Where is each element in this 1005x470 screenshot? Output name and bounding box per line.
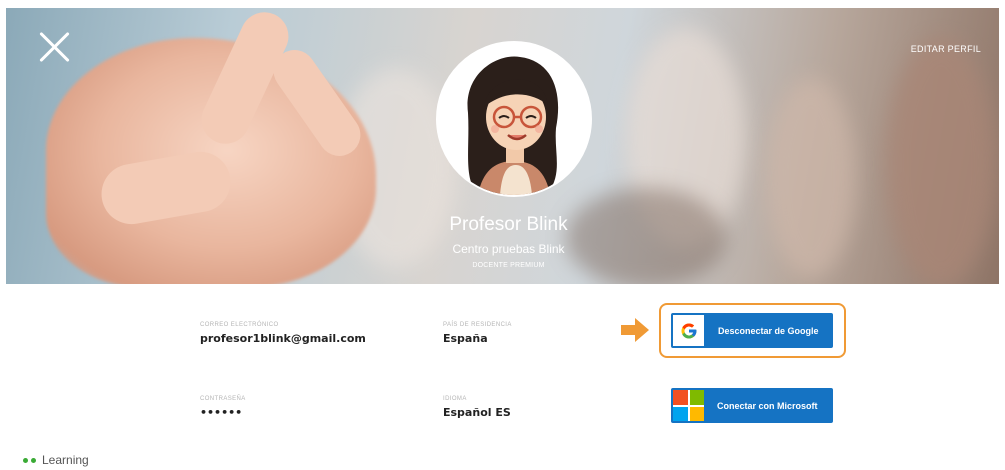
microsoft-icon <box>673 390 704 421</box>
brand-logo: Learning <box>23 453 89 467</box>
password-label: CONTRASEÑA <box>200 396 246 402</box>
language-label: IDIOMA <box>443 396 467 402</box>
edit-profile-link[interactable]: EDITAR PERFIL <box>911 44 981 54</box>
disconnect-google-button[interactable]: Desconectar de Google <box>671 313 833 348</box>
profile-role-badge: DOCENTE PREMIUM <box>472 262 545 269</box>
email-label: CORREO ELECTRÓNICO <box>200 322 279 328</box>
profile-name: Profesor Blink <box>449 214 568 235</box>
language-value: Español ES <box>443 406 511 419</box>
close-icon[interactable] <box>38 30 72 64</box>
password-value: •••••• <box>200 406 243 419</box>
brand-dots-icon <box>23 457 36 463</box>
country-label: PAÍS DE RESIDENCIA <box>443 322 512 328</box>
disconnect-google-label: Desconectar de Google <box>718 325 819 336</box>
teacher-avatar <box>436 41 592 197</box>
email-value: profesor1blink@gmail.com <box>200 332 366 345</box>
profile-center: Centro pruebas Blink <box>452 242 565 256</box>
connect-microsoft-label: Conectar con Microsoft <box>717 400 818 411</box>
connect-microsoft-button[interactable]: Conectar con Microsoft <box>671 388 833 423</box>
brand-name: Learning <box>42 453 89 467</box>
country-value: España <box>443 332 488 345</box>
profile-banner: EDITAR PERFIL Profesor Blink Centro prue… <box>6 8 999 284</box>
google-icon <box>673 315 704 346</box>
arrow-right-icon <box>621 318 649 347</box>
